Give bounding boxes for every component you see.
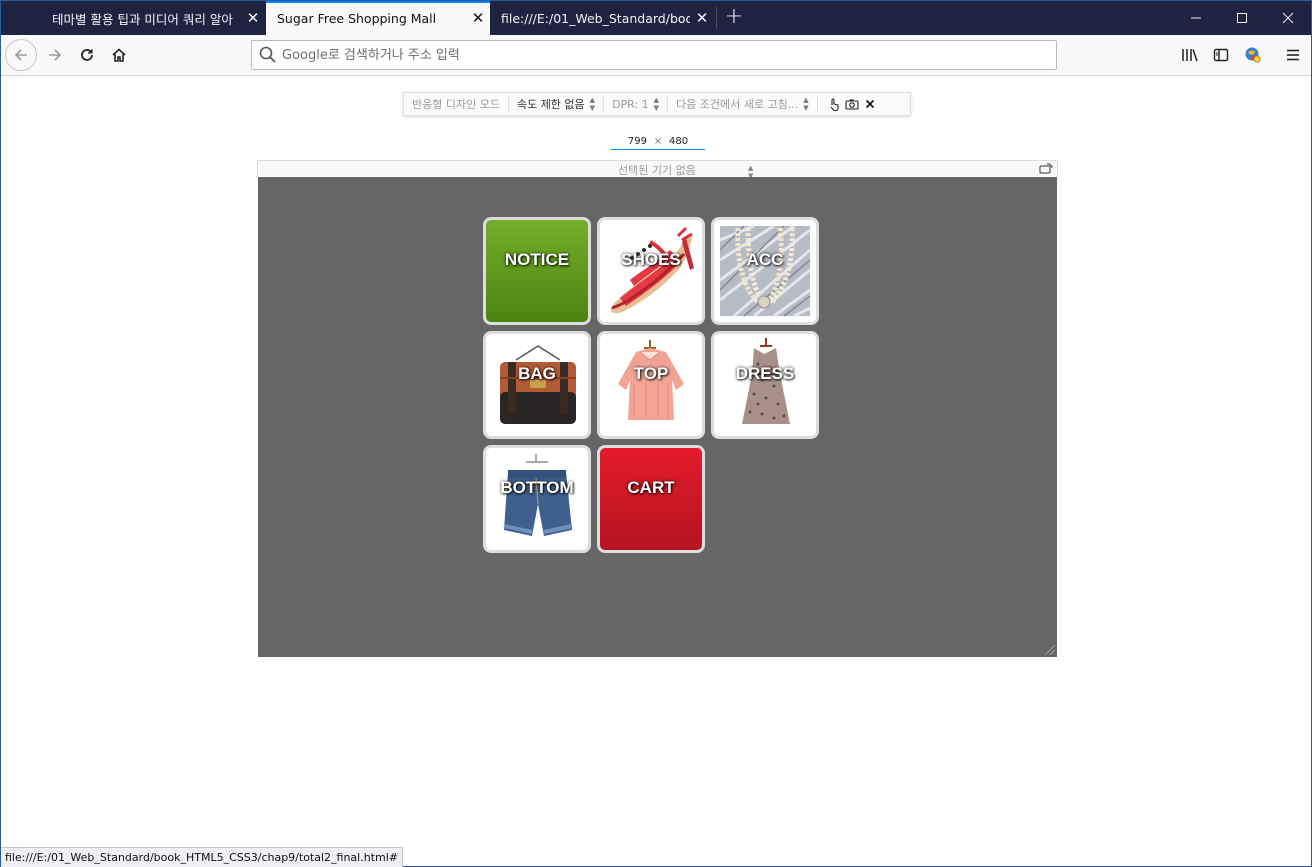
dpr-text: DPR: 1 xyxy=(612,97,649,111)
touch-simulation-button[interactable] xyxy=(826,97,842,111)
rotate-icon xyxy=(1039,163,1053,174)
maximize-icon xyxy=(1237,13,1247,23)
sandal-image xyxy=(610,226,694,314)
reload-button[interactable] xyxy=(71,39,103,71)
rdm-mode-label: 반응형 디자인 모드 xyxy=(404,97,509,111)
dpr-select[interactable]: DPR: 1 ▲ ▼ xyxy=(604,96,669,112)
close-icon[interactable]: ✕ xyxy=(690,9,714,27)
sidebar-icon xyxy=(1213,48,1229,62)
bag-tile[interactable]: BAG xyxy=(483,331,591,439)
viewport-height-input[interactable]: 480 xyxy=(669,136,699,147)
search-icon xyxy=(259,46,276,63)
tab-file-url[interactable]: file:///E:/01_Web_Standard/book_HTM ✕ xyxy=(490,1,714,35)
tile-label: TOP xyxy=(633,364,669,383)
forward-button[interactable] xyxy=(39,39,71,71)
dimension-separator: × xyxy=(653,135,663,147)
window-close-button[interactable] xyxy=(1265,1,1311,35)
notice-tile[interactable]: NOTICE xyxy=(483,217,591,325)
device-selector-bar: 선택된 기기 없음 ▲ ▼ xyxy=(257,160,1058,180)
home-icon xyxy=(112,48,126,62)
category-grid: NOTICE SHOES ACC BAG TOP DRESS BOTTOM CA… xyxy=(483,217,823,557)
status-bar: file:///E:/01_Web_Standard/book_HTML5_CS… xyxy=(1,847,404,867)
new-tab-button[interactable]: + xyxy=(721,4,747,32)
bag-image xyxy=(500,345,576,424)
close-icon xyxy=(865,99,874,109)
back-button[interactable] xyxy=(5,39,37,71)
tile-label: CART xyxy=(627,478,675,497)
url-bar[interactable] xyxy=(251,40,1057,70)
url-input[interactable] xyxy=(282,47,1022,63)
nav-toolbar xyxy=(1,35,1311,76)
tile-label: DRESS xyxy=(735,364,795,383)
reload-conditions-select[interactable]: 다음 조건에서 새로 고침... ▲ ▼ xyxy=(668,96,818,112)
tab-separator xyxy=(716,7,717,29)
library-button[interactable] xyxy=(1174,39,1206,71)
tile-label: ACC xyxy=(746,250,784,269)
dress-image xyxy=(742,338,790,424)
responsive-viewport: NOTICE SHOES ACC BAG TOP DRESS BOTTOM CA… xyxy=(258,177,1057,657)
top-tile[interactable]: TOP xyxy=(597,331,705,439)
acc-tile[interactable]: ACC xyxy=(711,217,819,325)
tab-label: Sugar Free Shopping Mall xyxy=(277,10,437,26)
rdm-toolbar: 반응형 디자인 모드 속도 제한 없음 ▲ ▼ DPR: 1 ▲ ▼ 다음 조건에서… xyxy=(403,92,911,116)
shorts-image xyxy=(503,454,573,536)
throttle-text: 속도 제한 없음 xyxy=(516,98,585,111)
cart-tile[interactable]: CART xyxy=(597,445,705,553)
close-icon[interactable]: ✕ xyxy=(241,9,265,27)
tile-label: BOTTOM xyxy=(500,478,574,497)
dress-tile[interactable]: DRESS xyxy=(711,331,819,439)
extension-button[interactable] xyxy=(1237,39,1269,71)
device-select[interactable]: 선택된 기기 없음 xyxy=(618,162,696,178)
page-content: 반응형 디자인 모드 속도 제한 없음 ▲ ▼ DPR: 1 ▲ ▼ 다음 조건에서… xyxy=(1,76,1311,866)
viewport-size-inputs: 799 × 480 xyxy=(611,133,705,150)
tab-media-query-tips[interactable]: 테마별 활용 팁과 미디어 쿼리 알아 ✕ xyxy=(41,1,265,35)
camera-icon xyxy=(845,99,859,110)
tile-label: NOTICE xyxy=(504,250,570,269)
close-icon xyxy=(1282,12,1294,24)
sidebar-button[interactable] xyxy=(1205,39,1237,71)
library-icon xyxy=(1182,49,1198,62)
back-arrow-icon xyxy=(14,49,27,61)
select-arrow-icon: ▲ ▼ xyxy=(803,96,809,112)
throttle-select[interactable]: 속도 제한 없음 ▲ ▼ xyxy=(509,96,605,112)
close-icon[interactable]: ✕ xyxy=(466,9,490,27)
home-button[interactable] xyxy=(103,39,135,71)
select-arrow-icon: ▲ ▼ xyxy=(653,96,660,112)
blouse-image xyxy=(618,340,684,420)
viewport-width-input[interactable]: 799 xyxy=(611,136,647,147)
rdm-mode-text: 반응형 디자인 모드 xyxy=(412,98,500,111)
forward-arrow-icon xyxy=(49,49,62,61)
screenshot-button[interactable] xyxy=(844,98,860,110)
extension-icon xyxy=(1245,47,1261,63)
tile-label: SHOES xyxy=(621,250,681,269)
touch-hand-icon xyxy=(830,97,839,111)
viewport-resize-handle[interactable] xyxy=(1045,645,1055,655)
shoes-tile[interactable]: SHOES xyxy=(597,217,705,325)
menu-button[interactable] xyxy=(1277,39,1309,71)
hamburger-menu-icon xyxy=(1287,49,1299,61)
tab-label: file:///E:/01_Web_Standard/book_HTM xyxy=(501,10,690,26)
minimize-icon xyxy=(1191,17,1201,19)
status-url: file:///E:/01_Web_Standard/book_HTML5_CS… xyxy=(5,851,399,864)
close-rdm-button[interactable] xyxy=(862,99,878,109)
title-bar: 테마별 활용 팁과 미디어 쿼리 알아 ✕ Sugar Free Shoppin… xyxy=(1,1,1311,35)
reload-icon xyxy=(81,49,93,61)
bottom-tile[interactable]: BOTTOM xyxy=(483,445,591,553)
minimize-button[interactable] xyxy=(1173,1,1219,35)
reload-conditions-text: 다음 조건에서 새로 고침... xyxy=(676,98,799,111)
tab-sugar-free-shopping-mall[interactable]: Sugar Free Shopping Mall ✕ xyxy=(266,1,490,35)
maximize-button[interactable] xyxy=(1219,1,1265,35)
necklace-image xyxy=(719,224,811,318)
tab-label: 테마별 활용 팁과 미디어 쿼리 알아 xyxy=(52,11,233,27)
select-arrow-icon: ▲ ▼ xyxy=(589,96,596,112)
tile-label: BAG xyxy=(518,364,556,383)
